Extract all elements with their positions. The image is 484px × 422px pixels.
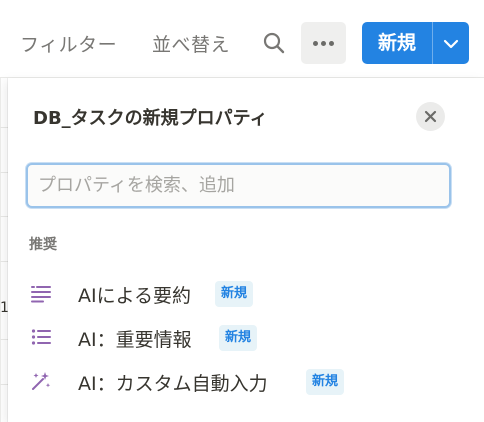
ai-key-info-list-icon: [30, 326, 52, 348]
table-row-divider: [0, 339, 8, 340]
panel-title: DB_タスクの新規プロパティ: [33, 108, 268, 129]
chevron-down-icon: [443, 39, 459, 49]
property-option-label: AIによる要約: [78, 285, 192, 307]
property-option-label: AI：カスタム自動入力: [78, 373, 268, 395]
filter-button[interactable]: フィルター: [20, 30, 117, 57]
table-row-divider: [0, 216, 8, 217]
sort-button[interactable]: 並べ替え: [152, 30, 230, 57]
new-button-group: 新規: [362, 22, 469, 64]
property-option-ai-summary[interactable]: AIによる要約 新規: [16, 273, 476, 313]
search-icon: [263, 32, 285, 54]
more-dots-icon: [313, 41, 318, 46]
property-option-ai-key-info[interactable]: AI：重要情報 新規: [16, 317, 476, 357]
more-options-button[interactable]: [301, 22, 346, 64]
close-icon: [424, 110, 437, 123]
more-dots-icon: [321, 41, 326, 46]
new-property-panel: DB_タスクの新規プロパティ 推奨 AIによる要約: [8, 78, 484, 422]
property-search-field[interactable]: [26, 163, 451, 208]
table-row-divider: [0, 127, 8, 128]
table-row-divider: [0, 261, 8, 262]
ai-summary-icon: [30, 282, 52, 304]
database-toolbar: フィルター 並べ替え 新規: [0, 0, 484, 78]
suggested-section-label: 推奨: [29, 237, 57, 253]
property-search-input[interactable]: [28, 165, 449, 206]
new-badge: 新規: [306, 369, 345, 395]
new-button[interactable]: 新規: [362, 22, 432, 64]
search-button[interactable]: [262, 31, 286, 55]
table-row-divider: [0, 172, 8, 173]
app-viewport: 1 フィルター 並べ替え 新規 DB_タスクの新規プロパティ プロパティを検索、…: [0, 0, 484, 422]
close-button[interactable]: [416, 102, 445, 131]
table-row-divider: [0, 384, 8, 385]
property-option-ai-custom-autofill[interactable]: AI：カスタム自動入力 新規: [16, 361, 476, 401]
new-badge: 新規: [219, 325, 258, 351]
new-dropdown-button[interactable]: [440, 33, 462, 55]
more-dots-icon: [329, 41, 334, 46]
table-column-divider: [0, 78, 1, 422]
new-button-divider: [432, 22, 433, 64]
ai-sparkle-icon: [30, 370, 52, 392]
new-badge: 新規: [215, 281, 254, 307]
property-option-label: AI：重要情報: [78, 329, 192, 351]
